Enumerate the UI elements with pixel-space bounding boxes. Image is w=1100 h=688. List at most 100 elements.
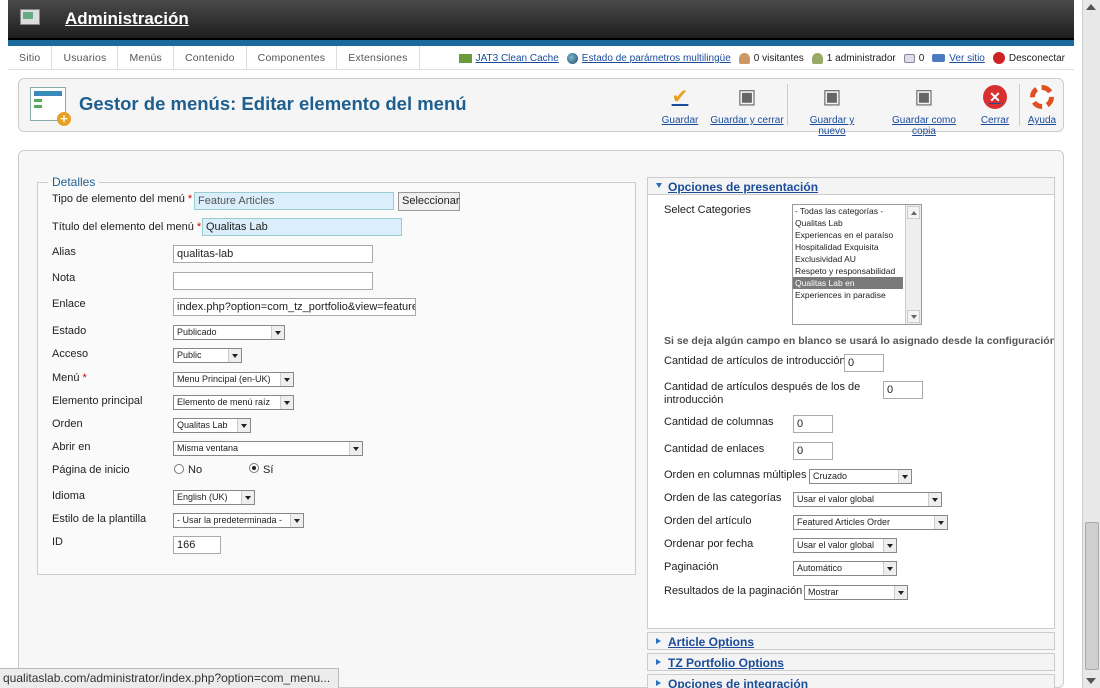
category-option[interactable]: Experiences in paradise xyxy=(793,289,903,301)
menu-icon-line xyxy=(34,105,42,108)
home-label: Página de inicio xyxy=(52,464,130,476)
category-option[interactable]: Exclusividad AU xyxy=(793,253,903,265)
multicol-order-select[interactable]: Cruzado xyxy=(809,469,912,484)
select-type-button[interactable]: Seleccionar xyxy=(398,192,460,211)
menu-menus[interactable]: Menús xyxy=(118,46,174,70)
menu-value: Menu Principal (en-UK) xyxy=(177,374,271,384)
integration-options-header[interactable]: Opciones de integración xyxy=(647,674,1055,688)
presentation-options-panel: Select Categories - Todas las categorías… xyxy=(647,195,1055,629)
save-new-button[interactable]: ▣ Guardar y nuevo xyxy=(795,85,869,137)
menu-users[interactable]: Usuarios xyxy=(52,46,119,70)
type-label: Tipo de elemento del menú * xyxy=(52,193,192,205)
language-label: Idioma xyxy=(52,490,86,502)
scroll-down-icon[interactable] xyxy=(907,310,920,323)
jat3-cache-item[interactable]: JAT3 Clean Cache xyxy=(458,53,559,64)
note-field[interactable] xyxy=(173,272,373,290)
intro-count-label: Cantidad de artículos de introducción xyxy=(664,355,846,367)
logout-item[interactable]: Desconectar xyxy=(992,52,1065,64)
date-order-select[interactable]: Usar el valor global xyxy=(793,538,897,553)
main-menubar: Sitio Usuarios Menús Contenido Component… xyxy=(8,46,1074,70)
scroll-thumb[interactable] xyxy=(1085,522,1099,670)
view-site-icon xyxy=(932,54,946,62)
logout-link[interactable]: Desconectar xyxy=(1009,53,1065,64)
save-button[interactable]: ✔ Guardar xyxy=(657,85,703,126)
category-option[interactable]: Experiencas en el paraíso xyxy=(793,229,903,241)
pagination-select[interactable]: Automático xyxy=(793,561,897,576)
close-button[interactable]: ✕ Cerrar xyxy=(979,85,1011,126)
help-button[interactable]: Ayuda xyxy=(1027,85,1057,126)
scroll-up-icon[interactable] xyxy=(907,206,920,219)
admin-title[interactable]: Administración xyxy=(65,9,189,29)
category-option[interactable]: - Todas las categorías - xyxy=(793,205,903,217)
category-option-selected[interactable]: Qualitas Lab en xyxy=(793,277,903,289)
template-style-select[interactable]: - Usar la predeterminada - xyxy=(173,513,304,528)
details-legend: Detalles xyxy=(52,175,96,189)
language-select[interactable]: English (UK) xyxy=(173,490,255,505)
after-intro-count-field[interactable]: 0 xyxy=(883,381,923,399)
article-options-header[interactable]: Article Options xyxy=(647,632,1055,650)
admin-header: Administración xyxy=(8,0,1074,40)
link-label: Enlace xyxy=(52,298,86,310)
chevron-down-icon xyxy=(883,562,896,575)
menu-content[interactable]: Contenido xyxy=(174,46,247,70)
save-copy-button[interactable]: ▣ Guardar como copia xyxy=(879,85,969,137)
jat3-cache-link[interactable]: JAT3 Clean Cache xyxy=(476,53,559,64)
menu-select[interactable]: Menu Principal (en-UK) xyxy=(173,372,294,387)
chevron-down-icon xyxy=(894,586,907,599)
chevron-down-icon xyxy=(883,539,896,552)
messages-icon xyxy=(903,53,915,63)
pagination-results-select[interactable]: Mostrar xyxy=(804,585,908,600)
home-yes-radio[interactable] xyxy=(249,463,259,473)
messages-count[interactable]: 0 xyxy=(919,53,925,64)
links-label: Cantidad de enlaces xyxy=(664,443,765,455)
category-option[interactable]: Hospitalidad Exquisita xyxy=(793,241,903,253)
listbox-scrollbar[interactable] xyxy=(905,205,921,324)
multicol-order-label: Orden en columnas múltiples xyxy=(664,469,807,481)
status-select[interactable]: Publicado xyxy=(173,325,285,340)
multilang-link[interactable]: Estado de parámetros multilingüe xyxy=(582,53,731,64)
category-option[interactable]: Qualitas Lab xyxy=(793,217,903,229)
links-field[interactable]: 0 xyxy=(793,442,833,460)
main-menu: Sitio Usuarios Menús Contenido Component… xyxy=(8,46,420,70)
order-select[interactable]: Qualitas Lab xyxy=(173,418,251,433)
save-close-button[interactable]: ▣ Guardar y cerrar xyxy=(709,85,785,126)
home-no-radio[interactable] xyxy=(174,464,184,474)
link-field[interactable]: index.php?option=com_tz_portfolio&view=f… xyxy=(173,298,416,316)
global-config-note: Si se deja algún campo en blanco se usar… xyxy=(664,335,1055,347)
article-order-label: Orden del artículo xyxy=(664,515,752,527)
parent-select[interactable]: Elemento de menú raíz xyxy=(173,395,294,410)
chevron-down-icon xyxy=(349,442,362,455)
columns-field[interactable]: 0 xyxy=(793,415,833,433)
messages-item[interactable]: 0 xyxy=(903,53,925,64)
article-order-select[interactable]: Featured Articles Order xyxy=(793,515,948,530)
scroll-down-icon[interactable] xyxy=(1086,678,1096,684)
multilang-item[interactable]: Estado de parámetros multilingüe xyxy=(566,52,731,64)
chevron-down-icon xyxy=(934,516,947,529)
menu-site[interactable]: Sitio xyxy=(8,46,53,70)
tz-portfolio-options-header[interactable]: TZ Portfolio Options xyxy=(647,653,1055,671)
menu-components[interactable]: Componentes xyxy=(247,46,338,70)
type-field[interactable]: Feature Articles xyxy=(194,192,394,210)
checkmark-icon: ✔ xyxy=(671,86,689,108)
alias-field[interactable]: qualitas-lab xyxy=(173,245,373,263)
title-label: Título del elemento del menú * xyxy=(52,221,201,233)
category-option[interactable]: Respeto y responsabilidad xyxy=(793,265,903,277)
view-site-item[interactable]: Ver sitio xyxy=(932,53,985,64)
page-scrollbar[interactable] xyxy=(1082,0,1100,688)
categories-listbox[interactable]: - Todas las categorías - Qualitas Lab Ex… xyxy=(792,204,922,325)
scroll-up-icon[interactable] xyxy=(1086,4,1096,10)
title-field[interactable]: Qualitas Lab xyxy=(202,218,402,236)
tz-portfolio-options-title: TZ Portfolio Options xyxy=(668,656,784,670)
edit-form: Detalles Tipo de elemento del menú * Feat… xyxy=(18,150,1064,688)
menu-extensions[interactable]: Extensiones xyxy=(337,46,420,70)
view-site-link[interactable]: Ver sitio xyxy=(949,53,985,64)
open-select[interactable]: Misma ventana xyxy=(173,441,363,456)
floppy-icon: ▣ xyxy=(737,86,757,108)
category-order-select[interactable]: Usar el valor global xyxy=(793,492,942,507)
presentation-options-header[interactable]: Opciones de presentación xyxy=(647,177,1055,195)
access-select[interactable]: Public xyxy=(173,348,242,363)
intro-count-field[interactable]: 0 xyxy=(844,354,884,372)
visitors-count: 0 visitantes xyxy=(753,52,804,64)
template-style-value: - Usar la predeterminada - xyxy=(177,515,283,525)
order-label: Orden xyxy=(52,418,83,430)
